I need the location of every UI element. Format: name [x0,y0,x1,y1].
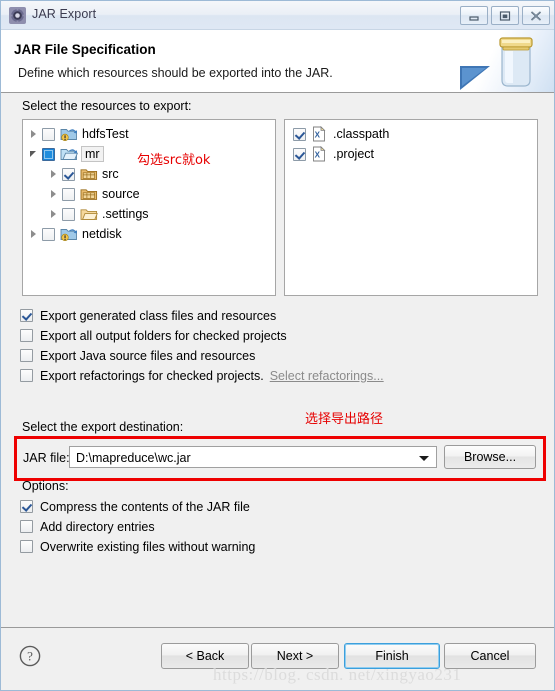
annotation-choose-path: 选择导出路径 [305,412,384,427]
export-option-label: Export all output folders for checked pr… [40,328,287,343]
export-option-label: Export Java source files and resources [40,348,256,363]
xml-file-icon: X [311,146,329,162]
svg-text:?: ? [27,649,33,664]
xml-file-icon: X [311,126,329,142]
options-label: Options: [22,479,69,493]
export-option-label: Export refactorings for checked projects… [40,368,264,383]
page-subtitle: Define which resources should be exporte… [18,66,333,80]
svg-text:X: X [315,130,321,139]
export-option-0[interactable]: Export generated class files and resourc… [20,307,276,324]
finish-button[interactable]: Finish [344,643,440,669]
window-controls [460,6,550,25]
option-checkbox[interactable] [20,500,33,513]
destination-label: Select the export destination: [22,420,184,434]
chevron-right-icon[interactable] [27,124,42,144]
resource-file-panel[interactable]: X .classpath X .project [284,119,538,296]
option-label: Compress the contents of the JAR file [40,499,250,514]
export-option-label: Export generated class files and resourc… [40,308,277,323]
package-folder-icon [80,166,98,182]
chevron-right-icon[interactable] [47,164,62,184]
resource-tree-panel[interactable]: hdfsTest mr src source .settings netdisk [22,119,276,296]
export-option-1[interactable]: Export all output folders for checked pr… [20,327,287,344]
browse-button[interactable]: Browse... [444,445,536,469]
annotation-check-src: 勾选src就ok [137,153,211,168]
tree-checkbox[interactable] [42,147,55,161]
minimize-button[interactable] [460,6,488,25]
tree-item-settings[interactable]: .settings [23,204,275,224]
file-item-label: .project [333,147,374,161]
package-folder-icon [80,186,98,202]
tree-item-netdisk[interactable]: netdisk [23,224,275,244]
option-checkbox[interactable] [20,520,33,533]
tree-item-label: .settings [102,207,149,221]
file-item-project[interactable]: X .project [285,144,537,164]
select-refactorings-link[interactable]: Select refactorings... [270,369,384,383]
option-0[interactable]: Compress the contents of the JAR file [20,498,250,515]
export-option-3[interactable]: Export refactorings for checked projects… [20,367,384,384]
tree-checkbox[interactable] [62,207,75,221]
tree-item-label: netdisk [82,227,122,241]
tree-checkbox[interactable] [62,167,75,181]
tree-item-label: hdfsTest [82,127,129,141]
resources-label: Select the resources to export: [22,99,192,113]
tree-item-label: src [102,167,119,181]
tree-checkbox[interactable] [42,127,55,141]
file-checkbox[interactable] [293,147,306,161]
jar-file-input[interactable]: D:\mapreduce\wc.jar [69,446,437,468]
export-option-checkbox[interactable] [20,349,33,362]
title-bar: JAR Export [1,1,554,30]
file-checkbox[interactable] [293,127,306,141]
tree-item-label: mr [81,146,104,162]
jar-file-value: D:\mapreduce\wc.jar [76,451,191,465]
option-2[interactable]: Overwrite existing files without warning [20,538,255,555]
export-option-2[interactable]: Export Java source files and resources [20,347,255,364]
option-label: Add directory entries [40,519,155,534]
folder-icon [80,206,98,222]
export-option-checkbox[interactable] [20,369,33,382]
file-item-classpath[interactable]: X .classpath [285,124,537,144]
close-button[interactable] [522,6,550,25]
chevron-right-icon[interactable] [27,224,42,244]
tree-checkbox[interactable] [62,187,75,201]
export-option-checkbox[interactable] [20,309,33,322]
page-title: JAR File Specification [14,42,156,57]
java-project-icon [60,126,78,142]
chevron-down-icon[interactable] [27,144,42,164]
tree-item-label: source [102,187,140,201]
option-checkbox[interactable] [20,540,33,553]
chevron-right-icon[interactable] [47,184,62,204]
tree-checkbox[interactable] [42,227,55,241]
jar-export-dialog: JAR Export JAR File Specification Define… [0,0,555,691]
next-button[interactable]: Next > [251,643,339,669]
chevron-down-icon[interactable] [419,456,429,461]
option-label: Overwrite existing files without warning [40,539,256,554]
file-item-label: .classpath [333,127,390,141]
svg-text:X: X [315,150,321,159]
dialog-header: JAR File Specification Define which reso… [1,30,554,93]
tree-item-hdfstest[interactable]: hdfsTest [23,124,275,144]
chevron-right-icon[interactable] [47,204,62,224]
option-1[interactable]: Add directory entries [20,518,155,535]
java-project-icon [60,226,78,242]
maximize-button[interactable] [491,6,519,25]
jar-jar-illustration [458,34,540,92]
back-button[interactable]: < Back [161,643,249,669]
jar-export-icon [9,7,26,24]
cancel-button[interactable]: Cancel [444,643,536,669]
dialog-footer: ? < Back Next > Finish Cancel [1,627,554,690]
window-title: JAR Export [32,7,97,21]
tree-item-source[interactable]: source [23,184,275,204]
dialog-body: Select the resources to export: hdfsTest… [1,93,554,627]
export-option-checkbox[interactable] [20,329,33,342]
project-open-icon [60,146,79,162]
jar-file-label: JAR file: [23,451,70,465]
help-question-icon[interactable]: ? [19,645,41,667]
